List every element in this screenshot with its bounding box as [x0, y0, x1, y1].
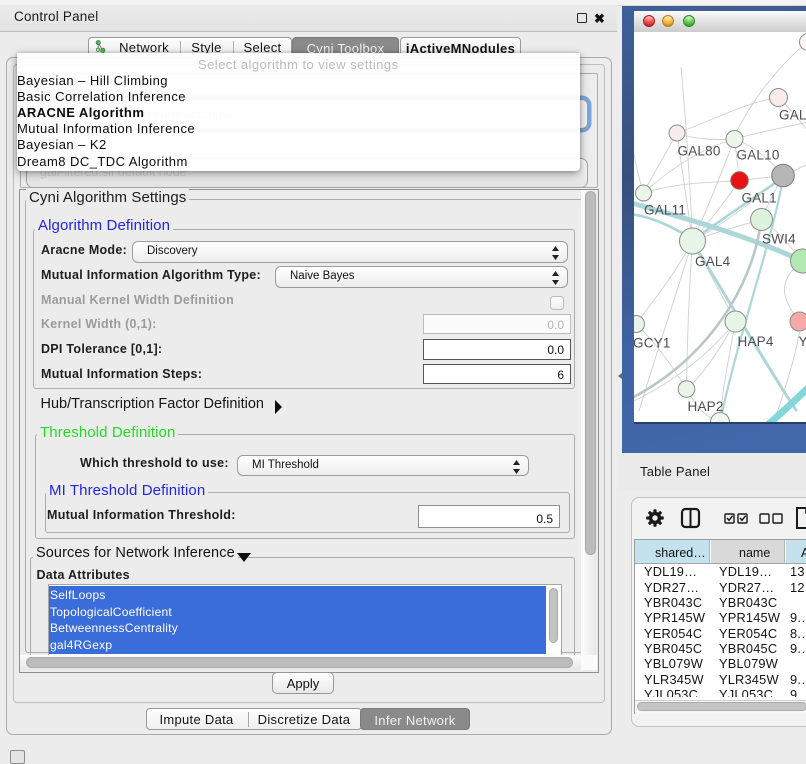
- svg-text:GCY1: GCY1: [634, 336, 671, 351]
- svg-text:Y: Y: [799, 334, 806, 349]
- svg-text:GAL80: GAL80: [678, 144, 721, 159]
- svg-text:GAL2: GAL2: [779, 108, 806, 123]
- svg-text:GAL4: GAL4: [695, 254, 731, 269]
- svg-text:HAP4: HAP4: [738, 334, 774, 349]
- svg-text:SWI4: SWI4: [762, 232, 796, 247]
- svg-text:GAL11: GAL11: [644, 203, 686, 218]
- svg-text:GAL10: GAL10: [737, 148, 780, 163]
- svg-text:HAP2: HAP2: [688, 399, 724, 414]
- svg-text:GAL1: GAL1: [742, 191, 777, 206]
